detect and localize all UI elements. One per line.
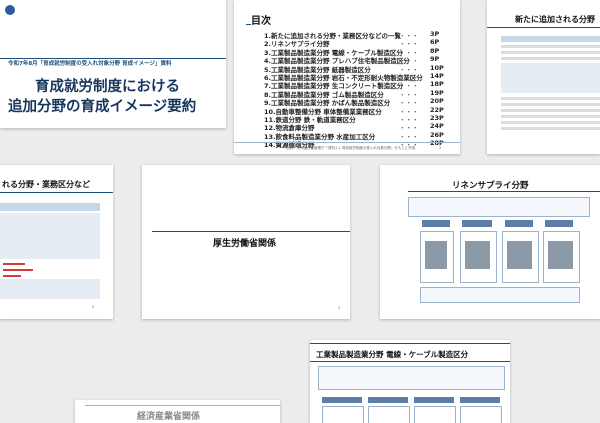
table-group	[501, 63, 600, 93]
toc-item-page: 10P	[430, 63, 444, 72]
toc-item-page: 20P	[430, 97, 444, 106]
toc-item-page: 22P	[430, 105, 444, 114]
slide-fields-list[interactable]: れる分野・業務区分など 5	[0, 165, 113, 319]
electric-detail-box	[368, 406, 410, 423]
slide-electric-wire[interactable]: 工業製品製造業分野 電線・ケーブル製造区分	[310, 340, 510, 423]
fields-list-page-number: 5	[92, 305, 95, 309]
electric-stage-3	[414, 397, 454, 403]
fields-list-rule	[0, 192, 113, 193]
table-row	[501, 127, 600, 130]
mhlw-rule	[152, 231, 350, 232]
electric-rule	[310, 361, 510, 362]
electric-detail-box	[460, 406, 502, 423]
electric-rule-top	[310, 343, 510, 344]
linen-rule	[408, 191, 600, 192]
meti-title: 経済産業省関係	[137, 412, 201, 422]
table-row	[501, 97, 600, 100]
toc-item-page: 26P	[430, 130, 444, 139]
new-fields-rule	[487, 27, 600, 28]
linen-stage-3	[505, 220, 533, 227]
toc-footer: 出典：出入国在留管理庁「資料1-1 育成就労制度の受入れ対象分野」をもとに作成	[286, 146, 416, 150]
toc-item-page: 6P	[430, 38, 440, 47]
slide-new-fields[interactable]: 新たに追加される分野	[487, 0, 600, 154]
table-row	[501, 57, 600, 60]
table-row	[501, 51, 600, 54]
title-line1: 育成就労制度における	[35, 79, 180, 95]
highlight-text	[3, 269, 33, 271]
table-row	[501, 45, 600, 48]
table-header	[501, 36, 600, 42]
toc-item-page: 28P	[430, 139, 444, 148]
toc-item-page: 18P	[430, 80, 444, 89]
toc-item-page: 3P	[430, 30, 440, 38]
electric-detail-box	[322, 406, 364, 423]
linen-overview-box	[408, 197, 590, 217]
table-row	[501, 121, 600, 124]
toc-page-number: 2	[439, 146, 442, 150]
table-header	[0, 203, 100, 211]
toc-item-page: 9P	[430, 55, 440, 64]
table-row	[501, 103, 600, 106]
title-line2: 追加分野の育成イメージ要約	[8, 99, 197, 115]
toc-heading: 目次	[251, 16, 271, 27]
toc-item-page: 14P	[430, 72, 444, 80]
linen-photo	[507, 241, 532, 269]
toc-item-page: 23P	[430, 114, 444, 122]
mhlw-page-number: 5	[338, 306, 341, 310]
meti-rule	[85, 405, 280, 406]
table-row	[501, 109, 600, 112]
fields-list-title: れる分野・業務区分など	[2, 180, 90, 189]
electric-stage-2	[368, 397, 408, 403]
slide-title[interactable]: 令和7年8月「育成就労制度の受入れ対象分野 育成イメージ」資料 育成就労制度にお…	[0, 0, 226, 128]
toc-footer-rule	[234, 142, 460, 143]
toc-item-page: 8P	[430, 46, 440, 55]
highlight-text	[3, 275, 21, 277]
slide-linen[interactable]: リネンサプライ分野	[380, 165, 600, 319]
linen-photo	[548, 241, 573, 269]
highlight-text	[3, 263, 25, 265]
linen-stage-4	[545, 220, 573, 227]
slide-toc[interactable]: 目次 1.新たに追加される分野・業務区分などの一覧 ・・・ 3P 2.リネンサプライ分…	[234, 0, 460, 154]
mhlw-title: 厚生労働省関係	[213, 239, 277, 249]
toc-item-page: 24P	[430, 122, 444, 131]
linen-photo	[465, 241, 490, 269]
electric-stage-4	[460, 397, 500, 403]
table-body	[0, 213, 100, 259]
title-header: 令和7年8月「育成就労制度の受入れ対象分野 育成イメージ」資料	[8, 61, 172, 67]
slide-meti[interactable]: 経済産業省関係	[75, 400, 280, 423]
new-fields-title: 新たに追加される分野	[515, 15, 595, 24]
linen-photo	[425, 241, 447, 269]
slide-mhlw[interactable]: 厚生労働省関係 5	[142, 165, 350, 319]
electric-stage-1	[322, 397, 362, 403]
linen-stage-2	[462, 220, 492, 227]
toc-item-page: 19P	[430, 88, 444, 97]
linen-notes-box	[420, 287, 580, 303]
toc-rule	[246, 24, 251, 25]
table-body	[0, 279, 100, 299]
electric-overview-box	[318, 366, 505, 390]
logo-icon	[5, 5, 15, 15]
electric-detail-box	[414, 406, 456, 423]
table-row	[501, 115, 600, 118]
linen-title: リネンサプライ分野	[452, 181, 529, 191]
electric-title: 工業製品製造業分野 電線・ケーブル製造区分	[316, 350, 469, 359]
linen-stage-1	[422, 220, 450, 227]
